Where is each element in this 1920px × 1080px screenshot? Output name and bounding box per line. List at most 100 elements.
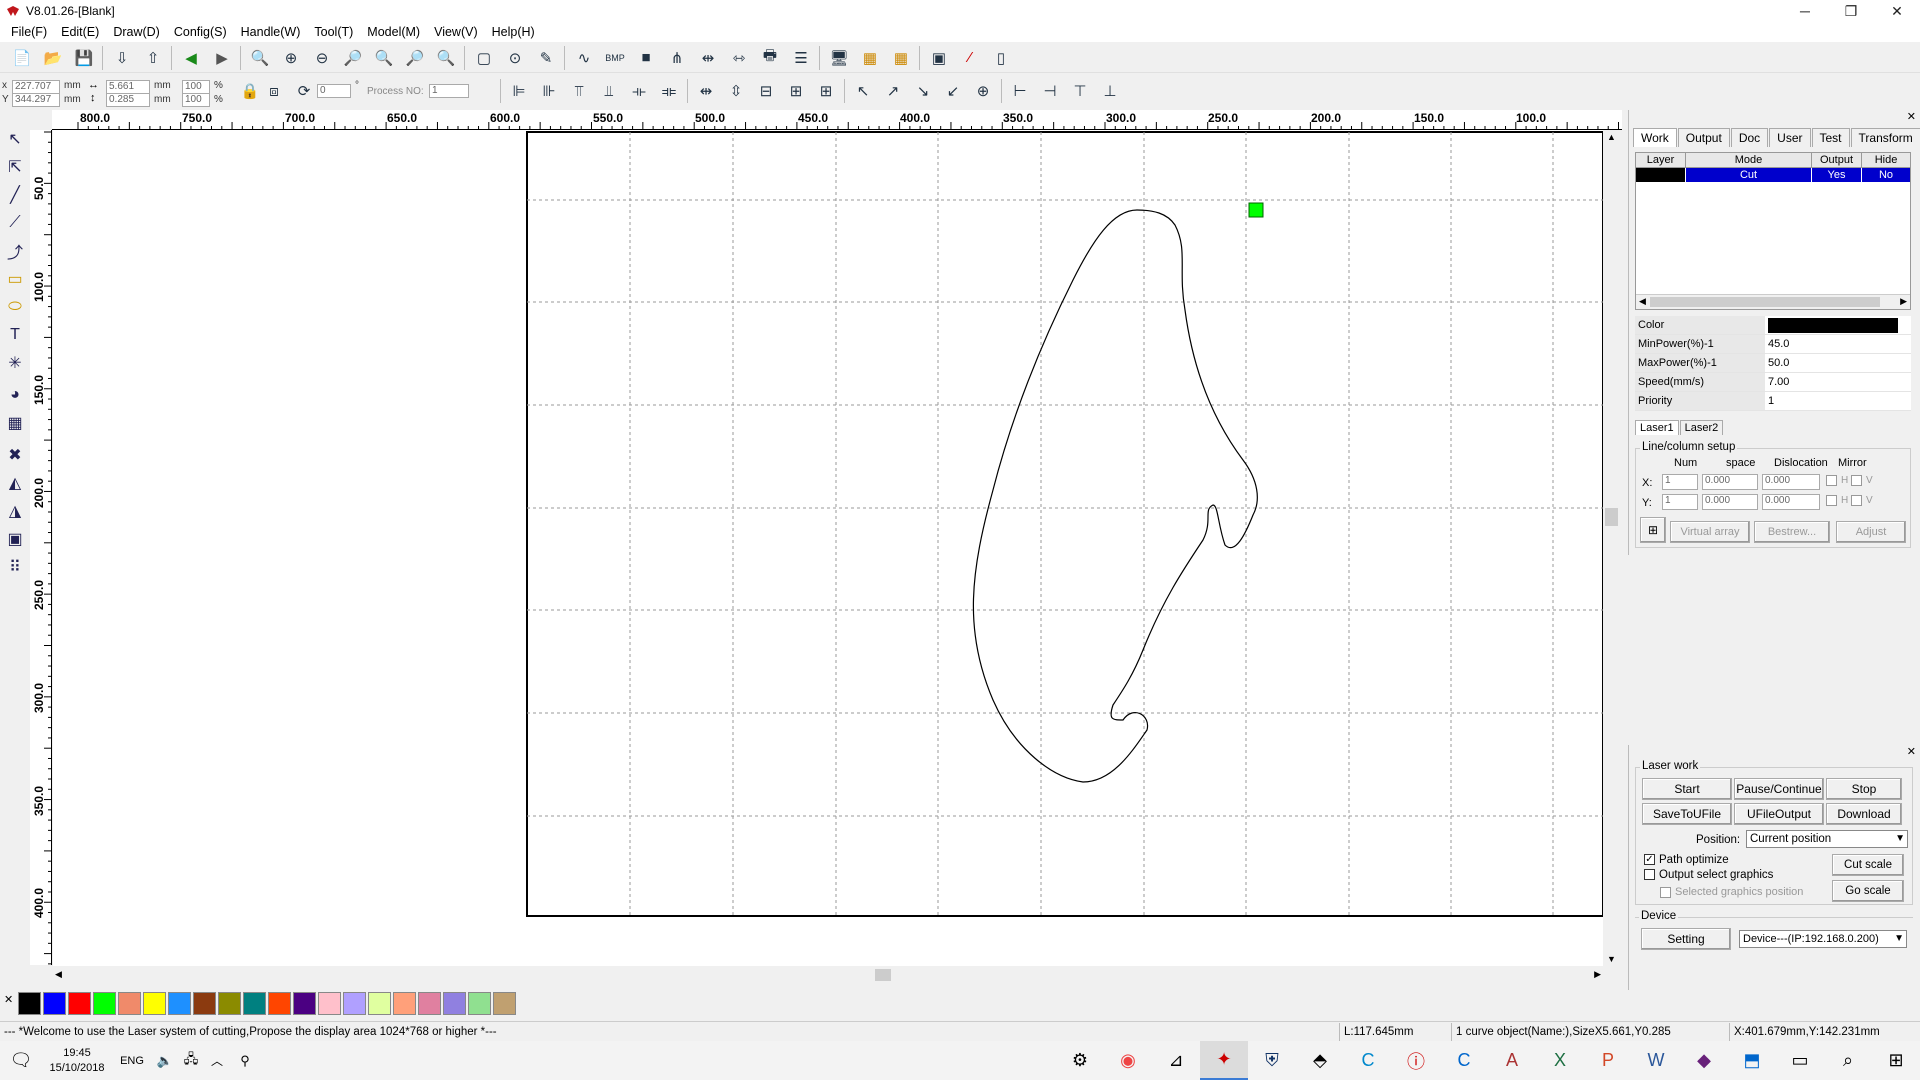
width-field[interactable]: 5.661 bbox=[106, 80, 150, 94]
pen-icon[interactable]: ✎ bbox=[535, 47, 557, 69]
h-distribute-icon[interactable]: ⊟ bbox=[755, 80, 777, 102]
tab-laser2[interactable]: Laser2 bbox=[1679, 420, 1724, 435]
ellipse-tool-icon[interactable]: ⬭ bbox=[2, 294, 28, 320]
v-distribute-icon[interactable]: ⊞ bbox=[785, 80, 807, 102]
edge-bottom-icon[interactable]: ⊥ bbox=[1099, 80, 1121, 102]
color-swatch[interactable] bbox=[68, 991, 91, 1015]
y-mirror-checks[interactable]: H V bbox=[1826, 495, 1873, 506]
color-swatch[interactable] bbox=[468, 991, 491, 1015]
image-tool-icon[interactable]: ◕ bbox=[2, 382, 28, 408]
node-select-icon[interactable]: ⇱ bbox=[2, 154, 28, 180]
tab-user[interactable]: User bbox=[1769, 128, 1811, 147]
layer-color-swatch[interactable] bbox=[1636, 168, 1686, 182]
chevron-up-icon[interactable]: ︿ bbox=[204, 1041, 230, 1080]
zoom-object-icon[interactable]: 🔎 bbox=[404, 47, 426, 69]
y-field[interactable]: 344.297 bbox=[12, 93, 60, 107]
powerpoint-icon[interactable]: P bbox=[1584, 1041, 1632, 1080]
scroll-left-icon[interactable]: ◀ bbox=[55, 969, 62, 980]
align-right-icon[interactable]: ⊪ bbox=[538, 80, 560, 102]
ufile-output-button[interactable]: UFileOutput bbox=[1734, 803, 1824, 825]
menu-handle[interactable]: Handle(W) bbox=[234, 25, 308, 39]
bmp-icon[interactable]: BMP bbox=[604, 47, 626, 69]
edge-right-icon[interactable]: ⊣ bbox=[1039, 80, 1061, 102]
color-swatch[interactable] bbox=[143, 991, 166, 1015]
start-icon[interactable]: ⊞ bbox=[1872, 1041, 1920, 1080]
store-icon[interactable]: ⬒ bbox=[1728, 1041, 1776, 1080]
laser-app-icon[interactable]: ✦ bbox=[1200, 1041, 1248, 1080]
tab-output[interactable]: Output bbox=[1677, 128, 1730, 147]
array-grid-button[interactable]: ⊞ bbox=[1640, 517, 1666, 543]
access-icon[interactable]: A bbox=[1488, 1041, 1536, 1080]
color-swatch[interactable] bbox=[268, 991, 291, 1015]
same-height-icon[interactable]: ⇳ bbox=[725, 80, 747, 102]
maximize-button[interactable]: ❐ bbox=[1828, 0, 1874, 22]
import-icon[interactable]: ⇩ bbox=[111, 47, 133, 69]
color-swatch[interactable] bbox=[318, 991, 341, 1015]
volume-icon[interactable]: 🔈 bbox=[152, 1041, 178, 1080]
zoom-select-icon[interactable]: 🔍 bbox=[249, 47, 271, 69]
scroll-down-icon[interactable]: ▼ bbox=[1607, 954, 1616, 964]
edge-top-icon[interactable]: ⊤ bbox=[1069, 80, 1091, 102]
scroll-up-icon[interactable]: ▲ bbox=[1607, 132, 1616, 142]
color-swatch[interactable] bbox=[493, 991, 516, 1015]
excel-icon[interactable]: X bbox=[1536, 1041, 1584, 1080]
corner-tr-icon[interactable]: ↗ bbox=[882, 80, 904, 102]
laser-beam-icon[interactable]: ⁄ bbox=[959, 47, 981, 69]
menu-model[interactable]: Model(M) bbox=[360, 25, 427, 39]
prop-color-value[interactable] bbox=[1765, 316, 1911, 334]
zoom-page-icon[interactable]: 🔎 bbox=[342, 47, 364, 69]
layer-list-icon[interactable]: ☰ bbox=[790, 47, 812, 69]
download-button[interactable]: Download bbox=[1826, 803, 1902, 825]
color-swatch[interactable] bbox=[343, 991, 366, 1015]
tab-laser1[interactable]: Laser1 bbox=[1635, 420, 1679, 435]
grid-tool-icon[interactable]: ▦ bbox=[2, 410, 28, 436]
minimize-button[interactable]: ─ bbox=[1782, 0, 1828, 22]
zoom-all-icon[interactable]: 🔍 bbox=[373, 47, 395, 69]
menu-help[interactable]: Help(H) bbox=[485, 25, 542, 39]
shield-icon[interactable]: ⛨ bbox=[1248, 1041, 1296, 1080]
zoom-in-icon[interactable]: ⊕ bbox=[280, 47, 302, 69]
panel-close-icon[interactable]: ✕ bbox=[1907, 110, 1916, 123]
curve-icon[interactable]: ∿ bbox=[573, 47, 595, 69]
array-copy-icon[interactable]: ▦ bbox=[890, 47, 912, 69]
selected-position-checkbox[interactable]: Selected graphics position bbox=[1660, 886, 1803, 898]
align-distribute-icon[interactable]: ⇹ bbox=[697, 47, 719, 69]
output-select-checkbox[interactable]: Output select graphics bbox=[1644, 869, 1773, 881]
app-icon[interactable]: ⊿ bbox=[1152, 1041, 1200, 1080]
zoom-out-icon[interactable]: ⊖ bbox=[311, 47, 333, 69]
layer-scroll-thumb[interactable] bbox=[1650, 297, 1880, 307]
color-swatch[interactable] bbox=[43, 991, 66, 1015]
process-field[interactable]: 1 bbox=[429, 84, 469, 98]
y-dislocation-field[interactable]: 0.000 bbox=[1762, 494, 1820, 510]
layer-mode[interactable]: Cut bbox=[1686, 168, 1812, 182]
laser-head-icon[interactable]: ▣ bbox=[928, 47, 950, 69]
network-icon[interactable]: 🖧 bbox=[178, 1041, 204, 1080]
array-icon[interactable]: ▦ bbox=[859, 47, 881, 69]
color-swatch[interactable] bbox=[93, 991, 116, 1015]
path-optimize-checkbox[interactable]: ✓ Path optimize bbox=[1644, 854, 1729, 866]
align-left-icon[interactable]: ⊫ bbox=[508, 80, 530, 102]
laser-panel-close-icon[interactable]: ✕ bbox=[1907, 745, 1916, 758]
virtual-array-button[interactable]: Virtual array bbox=[1670, 521, 1750, 543]
rectangle-select-icon[interactable]: ▢ bbox=[473, 47, 495, 69]
align-center-h-icon[interactable]: ⟛ bbox=[628, 80, 650, 102]
color-swatch[interactable] bbox=[368, 991, 391, 1015]
settings-gear-icon[interactable]: ⚙ bbox=[1056, 1041, 1104, 1080]
task-view-icon[interactable]: ▭ bbox=[1776, 1041, 1824, 1080]
device-icon[interactable]: ▯ bbox=[990, 47, 1012, 69]
monitor-icon[interactable]: 🖥 bbox=[828, 47, 850, 69]
color-swatch[interactable] bbox=[243, 991, 266, 1015]
notification-icon[interactable]: 🗨 bbox=[0, 1041, 42, 1080]
color-swatch[interactable] bbox=[418, 991, 441, 1015]
layer-hscrollbar[interactable]: ◀ ▶ bbox=[1636, 294, 1910, 309]
scale-w-field[interactable]: 100 bbox=[182, 80, 210, 94]
language-indicator[interactable]: ENG bbox=[112, 1055, 152, 1067]
color-swatch[interactable] bbox=[18, 991, 41, 1015]
color-swatch[interactable] bbox=[443, 991, 466, 1015]
drawing-canvas[interactable] bbox=[53, 130, 1603, 966]
grid-center-icon[interactable]: ⊞ bbox=[815, 80, 837, 102]
color-swatch[interactable] bbox=[218, 991, 241, 1015]
position-select[interactable]: Current position ▼ bbox=[1746, 830, 1908, 848]
info-app-icon[interactable]: ⓘ bbox=[1392, 1041, 1440, 1080]
go-scale-button[interactable]: Go scale bbox=[1832, 880, 1904, 902]
